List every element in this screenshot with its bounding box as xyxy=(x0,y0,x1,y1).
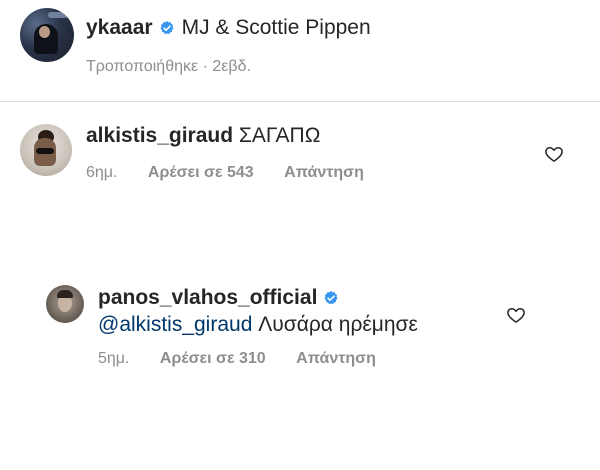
caption-meta: Τροποποιήθηκε · 2εβδ. xyxy=(86,58,251,76)
comment-author-avatar[interactable] xyxy=(20,124,72,176)
reply-button[interactable]: Απάντηση xyxy=(296,350,376,367)
mention-link[interactable]: @alkistis_giraud xyxy=(98,313,252,336)
post-caption: ykaaar MJ & Scottie Pippen Τροποποιήθηκε… xyxy=(0,0,600,104)
reply-text-line: @alkistis_giraud Λυσάρα ηρέμησε xyxy=(98,313,418,337)
heart-outline-icon[interactable] xyxy=(506,305,526,325)
reply-button[interactable]: Απάντηση xyxy=(284,164,364,181)
comment-time: 6ημ. xyxy=(86,164,118,181)
caption-username[interactable]: ykaaar xyxy=(86,16,153,40)
reply-text: Λυσάρα ηρέμησε xyxy=(258,313,418,336)
avatar-logo-detail xyxy=(48,12,68,18)
caption-author-avatar[interactable] xyxy=(20,8,74,62)
edited-label: Τροποποιήθηκε xyxy=(86,58,199,75)
heart-outline-icon[interactable] xyxy=(544,144,564,164)
reply-username-line: panos_vlahos_official xyxy=(98,286,346,310)
caption-line: ykaaar MJ & Scottie Pippen xyxy=(86,16,371,40)
comment-likes-link[interactable]: Αρέσει σε 543 xyxy=(148,164,254,181)
caption-text: MJ & Scottie Pippen xyxy=(181,16,371,39)
reply-author-avatar[interactable] xyxy=(46,285,84,323)
caption-time: 2εβδ. xyxy=(212,58,251,75)
caption-divider xyxy=(0,101,600,102)
meta-separator: · xyxy=(198,58,213,75)
verified-badge-icon xyxy=(160,21,174,35)
comment-line: alkistis_giraud ΣΑΓΑΠΩ xyxy=(86,124,320,148)
avatar-detail xyxy=(36,148,54,154)
comment-text: ΣΑΓΑΠΩ xyxy=(238,124,321,147)
comment-username[interactable]: alkistis_giraud xyxy=(86,124,233,147)
reply-likes-link[interactable]: Αρέσει σε 310 xyxy=(160,350,266,367)
reply-meta: 5ημ. Αρέσει σε 310 Απάντηση xyxy=(98,350,376,368)
reply-username[interactable]: panos_vlahos_official xyxy=(98,286,317,310)
verified-badge-icon xyxy=(324,291,338,305)
comment-meta: 6ημ. Αρέσει σε 543 Απάντηση xyxy=(86,164,364,182)
avatar-face xyxy=(39,26,50,38)
reply-time: 5ημ. xyxy=(98,350,130,367)
avatar-hair xyxy=(57,290,73,298)
